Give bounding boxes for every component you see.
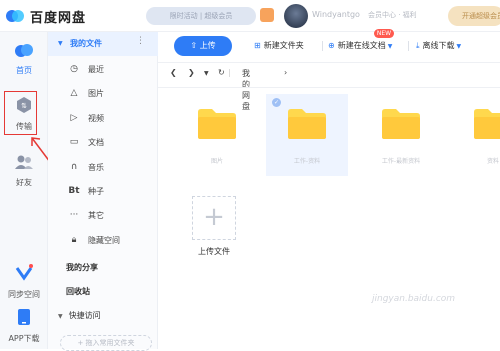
sidebar-item-music[interactable]: ∩ 音乐 xyxy=(48,158,158,178)
quick-access-label: 快捷访问 xyxy=(68,311,101,320)
sidebar-item-label: 最近 xyxy=(88,65,104,74)
more-icon: ··· xyxy=(69,210,79,220)
nav-friends-label: 好友 xyxy=(16,178,32,187)
upload-button[interactable]: ⇧ 上传 xyxy=(174,36,232,56)
sidebar-item-hidden-space[interactable]: 🔒︎ 隐藏空间 xyxy=(48,231,158,251)
music-icon: ∩ xyxy=(70,162,78,172)
sidebar-item-documents[interactable]: ▭ 文档 xyxy=(48,133,158,153)
sidebar-item-label: 其它 xyxy=(88,211,104,220)
folder-name: 图片 xyxy=(210,158,223,165)
member-center-link[interactable]: 会员中心 · 福利 xyxy=(368,10,417,20)
torrent-icon: Bt xyxy=(68,186,80,196)
sidebar-item-label: 文档 xyxy=(88,138,104,147)
toolbar-divider xyxy=(322,41,323,51)
caret-down-icon: ▼ xyxy=(58,313,63,320)
sidebar-item-images[interactable]: △ 图片 xyxy=(48,84,158,104)
new-badge: NEW xyxy=(374,29,394,38)
more-options-icon[interactable]: ⋮ xyxy=(136,36,145,46)
folder-item[interactable]: 资料 xyxy=(452,94,500,176)
nav-sync-label: 同步空间 xyxy=(8,290,40,299)
folder-plus-icon: ⊞ xyxy=(254,41,261,50)
app-name: 百度网盘 xyxy=(30,11,87,26)
chevron-down-icon: ▼ xyxy=(456,43,462,50)
avatar[interactable] xyxy=(284,4,308,28)
image-icon: △ xyxy=(70,88,78,98)
my-files-label: 我的文件 xyxy=(70,39,102,48)
nav-app-download-label: APP下载 xyxy=(8,334,40,343)
folder-item[interactable]: ✓ 工作-资料 xyxy=(266,94,348,176)
folder-item[interactable]: 工作-最新资料 xyxy=(360,94,442,176)
sidebar-item-recent[interactable]: ◷ 最近 xyxy=(48,60,158,80)
checkmark-icon[interactable]: ✓ xyxy=(272,98,281,107)
folder-name: 工作-最新资料 xyxy=(381,158,421,165)
new-online-doc-label: 新建在线文档 xyxy=(337,41,386,50)
caret-down-icon: ▼ xyxy=(58,40,63,47)
folder-item[interactable]: 图片 xyxy=(176,94,258,176)
my-files-header[interactable]: ▼ 我的文件 ⋮ xyxy=(48,32,158,56)
nav-app-download[interactable]: APP下载 xyxy=(0,308,48,344)
friends-icon xyxy=(15,155,33,169)
chevron-down-icon: ▼ xyxy=(387,43,393,50)
breadcrumb-divider xyxy=(158,87,500,88)
folder-icon xyxy=(474,109,500,139)
offline-download-button[interactable]: ⤓ 离线下载 ▼ xyxy=(416,40,461,51)
folder-name: 资料 xyxy=(486,158,499,165)
sidebar-item-videos[interactable]: ▷ 视频 xyxy=(48,109,158,129)
upload-label: 上传 xyxy=(199,41,216,50)
folder-name: 工作-资料 xyxy=(293,158,321,165)
recycle-bin-link[interactable]: 回收站 xyxy=(66,286,90,297)
toolbar-divider xyxy=(408,41,409,51)
nav-sync[interactable]: 同步空间 xyxy=(0,264,48,300)
document-icon: ▭ xyxy=(69,137,79,147)
sidebar-item-label: 音乐 xyxy=(88,163,104,172)
phone-icon xyxy=(18,309,30,325)
new-folder-label: 新建文件夹 xyxy=(263,41,304,50)
quick-access-header[interactable]: ▼ 快捷访问 xyxy=(58,310,101,321)
folder-icon xyxy=(198,109,236,139)
doc-plus-icon: ⊕ xyxy=(328,41,335,50)
refresh-icon[interactable]: ↻ xyxy=(218,68,225,77)
sidebar-item-label: 隐藏空间 xyxy=(88,236,120,245)
history-dropdown-icon[interactable]: ▼ xyxy=(204,70,209,77)
nav-home[interactable]: 首页 xyxy=(0,42,48,76)
watermark: jingyan.baidu.com xyxy=(372,294,456,304)
sidebar-item-label: 种子 xyxy=(88,187,104,196)
lock-icon: 🔒︎ xyxy=(71,235,77,245)
sidebar-item-other[interactable]: ··· 其它 xyxy=(48,206,158,226)
file-sidebar: ▼ 我的文件 ⋮ ◷ 最近 △ 图片 ▷ 视频 ▭ 文档 ∩ 音乐 Bt 种子 … xyxy=(48,32,158,351)
promo-banner[interactable]: 限时活动 | 超级会员 xyxy=(146,7,256,25)
new-folder-button[interactable]: ⊞ 新建文件夹 xyxy=(254,40,304,51)
my-share-link[interactable]: 我的分享 xyxy=(66,262,98,273)
breadcrumb-chevron-icon: › xyxy=(284,68,288,77)
cloud-icon xyxy=(15,44,33,57)
nav-home-label: 首页 xyxy=(16,66,32,75)
gift-icon[interactable] xyxy=(260,8,274,22)
upload-file-label: 上传文件 xyxy=(198,247,230,256)
download-icon: ⤓ xyxy=(416,41,420,50)
sidebar-item-label: 图片 xyxy=(88,89,104,98)
username[interactable]: Windyantgo xyxy=(312,10,360,19)
upload-file-tile[interactable]: + xyxy=(192,196,236,240)
left-nav: 首页 ⇅ 传输 好友 同步空间 APP下载 xyxy=(0,32,51,349)
upload-icon: ⇧ xyxy=(190,41,200,50)
folder-icon xyxy=(382,109,420,139)
offline-download-label: 离线下载 xyxy=(422,41,455,50)
sync-icon xyxy=(15,264,33,281)
toolbar-divider-line xyxy=(158,62,500,63)
forward-arrow-icon[interactable]: ❯ xyxy=(188,68,195,77)
sidebar-item-torrents[interactable]: Bt 种子 xyxy=(48,182,158,202)
nav-friends[interactable]: 好友 xyxy=(0,154,48,188)
sidebar-item-label: 视频 xyxy=(88,114,104,123)
plus-icon: + xyxy=(203,202,225,232)
title-bar: 百度网盘 限时活动 | 超级会员 Windyantgo 会员中心 · 福利 开通… xyxy=(0,0,500,32)
back-arrow-icon[interactable]: ❮ xyxy=(170,68,177,77)
new-online-doc-button[interactable]: ⊕ 新建在线文档 ▼ xyxy=(328,40,392,51)
breadcrumb-separator: | xyxy=(228,68,231,77)
folder-icon xyxy=(288,109,326,139)
vip-button[interactable]: 开通超级会员 xyxy=(448,6,500,26)
video-icon: ▷ xyxy=(70,113,78,123)
highlight-box xyxy=(4,91,37,135)
clock-icon: ◷ xyxy=(70,64,78,74)
baidu-netdisk-logo xyxy=(6,10,24,22)
